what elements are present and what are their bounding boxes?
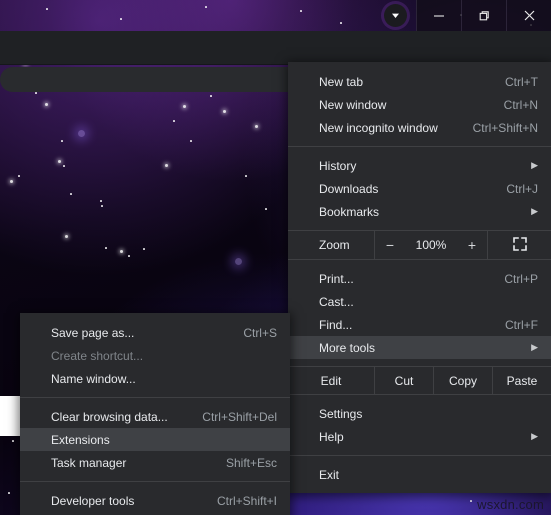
menu-item-shortcut: Ctrl+Shift+N xyxy=(472,120,538,135)
close-button[interactable] xyxy=(506,0,551,31)
maximize-restore-button[interactable] xyxy=(461,0,506,31)
menu-item-find[interactable]: Find... Ctrl+F xyxy=(288,313,551,336)
menu-item-downloads[interactable]: Downloads Ctrl+J xyxy=(288,177,551,200)
omnibox-input[interactable] xyxy=(0,72,313,87)
submenu-item-clear-browsing-data[interactable]: Clear browsing data... Ctrl+Shift+Del xyxy=(20,405,290,428)
menu-item-label: Find... xyxy=(319,317,353,332)
menu-item-shortcut: Shift+Esc xyxy=(225,455,277,470)
submenu-item-extensions[interactable]: Extensions xyxy=(20,428,290,451)
menu-item-label: New window xyxy=(319,97,387,112)
menu-zoom-row: Zoom − 100% + xyxy=(288,230,551,260)
chevron-right-icon: ▶ xyxy=(531,431,538,441)
menu-item-exit[interactable]: Exit xyxy=(288,463,551,486)
menu-item-label: Developer tools xyxy=(51,493,135,508)
menu-item-label: More tools xyxy=(319,340,376,355)
zoom-controls: − 100% + xyxy=(374,231,488,259)
menu-item-label: Settings xyxy=(319,406,363,421)
profile-chevron-button[interactable] xyxy=(375,0,415,31)
submenu-item-create-shortcut: Create shortcut... xyxy=(20,344,290,367)
menu-item-shortcut: Ctrl+J xyxy=(506,181,538,196)
menu-item-label: Exit xyxy=(319,467,340,482)
more-tools-submenu: Save page as... Ctrl+S Create shortcut..… xyxy=(20,313,290,515)
zoom-level-value: 100% xyxy=(415,238,447,252)
menu-item-label: Name window... xyxy=(51,371,136,386)
menu-item-label: Task manager xyxy=(51,455,127,470)
menu-item-label: Create shortcut... xyxy=(51,348,144,363)
menu-item-label: Extensions xyxy=(51,432,110,447)
star xyxy=(470,500,472,502)
fullscreen-button[interactable] xyxy=(488,231,551,259)
fullscreen-icon xyxy=(512,236,527,254)
menu-item-more-tools[interactable]: More tools ▶ xyxy=(288,336,551,359)
menu-item-history[interactable]: History ▶ xyxy=(288,154,551,177)
menu-separator xyxy=(20,397,290,398)
chevron-right-icon: ▶ xyxy=(531,206,538,216)
menu-item-shortcut: Ctrl+N xyxy=(503,97,538,112)
menu-item-shortcut: Ctrl+S xyxy=(243,325,277,340)
menu-item-label: Help xyxy=(319,429,344,444)
zoom-out-button[interactable]: − xyxy=(383,237,397,253)
browser-toolbar: G ABP D h xyxy=(0,31,551,93)
menu-item-shortcut: Ctrl+P xyxy=(504,271,538,286)
menu-item-new-tab[interactable]: New tab Ctrl+T xyxy=(288,70,551,93)
menu-item-label: Bookmarks xyxy=(319,204,380,219)
menu-separator xyxy=(288,146,551,147)
chrome-main-menu: New tab Ctrl+T New window Ctrl+N New inc… xyxy=(288,62,551,493)
menu-item-label: Cast... xyxy=(319,294,354,309)
chevron-right-icon: ▶ xyxy=(531,160,538,170)
submenu-item-task-manager[interactable]: Task manager Shift+Esc xyxy=(20,451,290,474)
menu-item-print[interactable]: Print... Ctrl+P xyxy=(288,267,551,290)
zoom-label: Zoom xyxy=(319,238,350,252)
menu-item-bookmarks[interactable]: Bookmarks ▶ xyxy=(288,200,551,223)
menu-item-shortcut: Ctrl+T xyxy=(505,74,538,89)
browser-title-bar xyxy=(0,0,551,31)
menu-item-label: New tab xyxy=(319,74,364,89)
menu-item-label: Print... xyxy=(319,271,354,286)
submenu-item-developer-tools[interactable]: Developer tools Ctrl+Shift+I xyxy=(20,489,290,512)
menu-item-label: New incognito window xyxy=(319,120,438,135)
menu-item-new-window[interactable]: New window Ctrl+N xyxy=(288,93,551,116)
menu-item-shortcut: Ctrl+Shift+Del xyxy=(202,409,277,424)
menu-item-label: Clear browsing data... xyxy=(51,409,168,424)
menu-separator xyxy=(288,455,551,456)
menu-item-shortcut: Ctrl+F xyxy=(505,317,538,332)
menu-item-label: Downloads xyxy=(319,181,379,196)
watermark-text: wsxdn.com xyxy=(477,497,544,512)
menu-item-label: Save page as... xyxy=(51,325,135,340)
paste-button[interactable]: Paste xyxy=(492,367,551,394)
address-bar[interactable] xyxy=(0,67,313,92)
copy-button[interactable]: Copy xyxy=(433,367,492,394)
menu-item-new-incognito-window[interactable]: New incognito window Ctrl+Shift+N xyxy=(288,116,551,139)
minimize-button[interactable] xyxy=(416,0,461,31)
menu-item-help[interactable]: Help ▶ xyxy=(288,425,551,448)
menu-item-shortcut: Ctrl+Shift+I xyxy=(216,493,277,508)
zoom-in-button[interactable]: + xyxy=(465,237,479,253)
menu-item-label: History xyxy=(319,158,357,173)
window-controls xyxy=(416,0,551,31)
profile-chevron-icon xyxy=(383,4,407,27)
menu-item-settings[interactable]: Settings xyxy=(288,402,551,425)
menu-item-cast[interactable]: Cast... xyxy=(288,290,551,313)
edit-label: Edit xyxy=(320,373,342,388)
chevron-right-icon: ▶ xyxy=(531,342,538,352)
menu-edit-row: Edit Cut Copy Paste xyxy=(288,366,551,395)
submenu-item-name-window[interactable]: Name window... xyxy=(20,367,290,390)
cut-button[interactable]: Cut xyxy=(374,367,433,394)
submenu-item-save-page-as[interactable]: Save page as... Ctrl+S xyxy=(20,321,290,344)
menu-separator xyxy=(20,481,290,482)
